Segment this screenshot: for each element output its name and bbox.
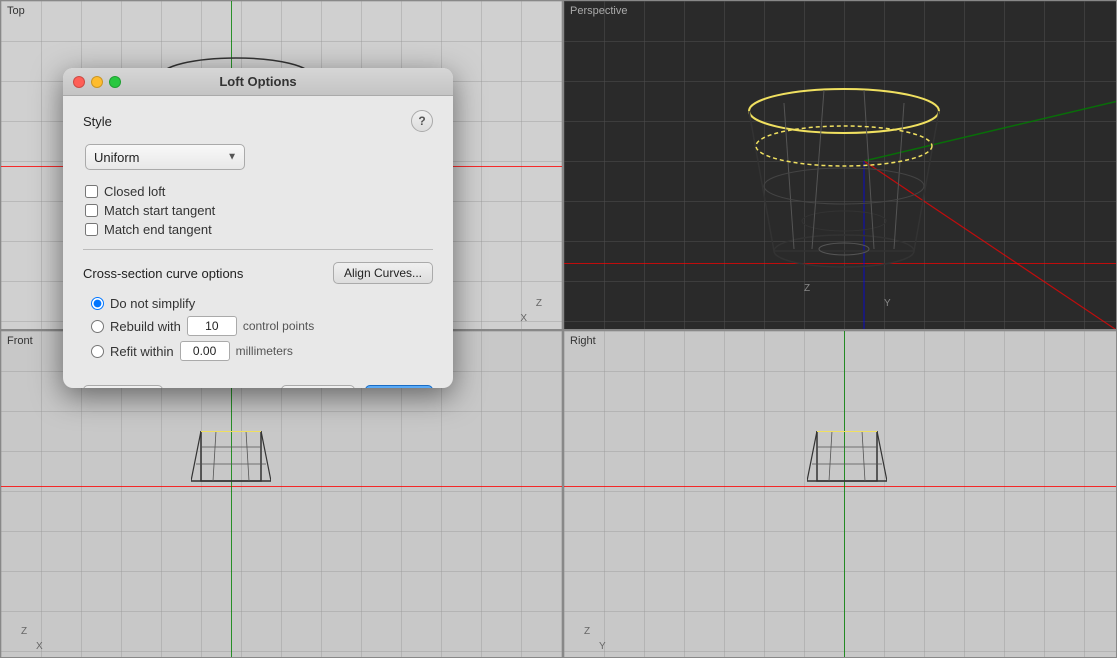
divider xyxy=(83,249,433,250)
align-curves-button[interactable]: Align Curves... xyxy=(333,262,433,284)
match-end-checkbox[interactable] xyxy=(85,223,98,236)
millimeters-label: millimeters xyxy=(236,344,293,358)
match-start-checkbox-row[interactable]: Match start tangent xyxy=(85,203,433,218)
rebuild-value-input[interactable] xyxy=(187,316,237,336)
match-end-label: Match end tangent xyxy=(104,222,212,237)
control-points-label: control points xyxy=(243,319,314,333)
dialog-titlebar: Loft Options xyxy=(63,68,453,96)
front-x-label: X xyxy=(36,641,43,652)
right-z-label: Z xyxy=(584,626,590,637)
refit-within-label: Refit within xyxy=(110,344,174,359)
button-group: Cancel Loft xyxy=(281,385,433,388)
closed-loft-label: Closed loft xyxy=(104,184,165,199)
closed-loft-checkbox[interactable] xyxy=(85,185,98,198)
axis-x-label-tl: X xyxy=(520,313,527,324)
front-axis-x xyxy=(1,486,562,487)
perspective-axes xyxy=(564,1,1116,329)
viewport-perspective[interactable]: Z Y Perspective xyxy=(563,0,1117,330)
match-start-label: Match start tangent xyxy=(104,203,215,218)
loft-button[interactable]: Loft xyxy=(365,385,433,388)
dialog-body: Style ? Uniform Loose Tight Straight sec… xyxy=(63,96,453,375)
right-shape xyxy=(807,431,887,491)
refit-within-row[interactable]: Refit within millimeters xyxy=(91,341,433,361)
viewport-grid: Z X Top xyxy=(0,0,1117,658)
loft-options-dialog: Loft Options Style ? Uniform Loose Tight xyxy=(63,68,453,388)
y-axis-label-p: Y xyxy=(884,298,891,309)
do-not-simplify-label: Do not simplify xyxy=(110,296,195,311)
minimize-button[interactable] xyxy=(91,76,103,88)
traffic-lights xyxy=(73,76,121,88)
viewport-top-label: Top xyxy=(7,5,25,17)
viewport-right-label: Right xyxy=(570,335,596,347)
style-select[interactable]: Uniform Loose Tight Straight sections De… xyxy=(85,144,245,170)
z-axis-label-p: Z xyxy=(804,283,810,294)
right-axis-y xyxy=(844,331,845,657)
front-z-label: Z xyxy=(21,626,27,637)
cancel-button[interactable]: Cancel xyxy=(281,385,355,388)
style-row: Style ? xyxy=(83,110,433,132)
refit-value-input[interactable] xyxy=(180,341,230,361)
cross-section-header: Cross-section curve options Align Curves… xyxy=(83,262,433,284)
cross-section-label: Cross-section curve options xyxy=(83,266,243,281)
rebuild-with-label: Rebuild with xyxy=(110,319,181,334)
dialog-overlay: Loft Options Style ? Uniform Loose Tight xyxy=(63,68,453,388)
style-select-container: Uniform Loose Tight Straight sections De… xyxy=(85,144,433,170)
viewport-front-label: Front xyxy=(7,335,33,347)
closed-loft-checkbox-row[interactable]: Closed loft xyxy=(85,184,433,199)
close-button[interactable] xyxy=(73,76,85,88)
rebuild-with-radio[interactable] xyxy=(91,320,104,333)
match-start-checkbox[interactable] xyxy=(85,204,98,217)
style-label: Style xyxy=(83,114,112,129)
refit-within-radio[interactable] xyxy=(91,345,104,358)
viewport-right[interactable]: Z Y Right xyxy=(563,330,1117,658)
viewport-perspective-label: Perspective xyxy=(570,5,627,17)
front-shape xyxy=(191,431,271,491)
dialog-footer: Preview Cancel Loft xyxy=(63,375,453,388)
help-button[interactable]: ? xyxy=(411,110,433,132)
dialog-title: Loft Options xyxy=(219,74,296,89)
checkboxes-group: Closed loft Match start tangent Match en… xyxy=(85,184,433,237)
do-not-simplify-radio[interactable] xyxy=(91,297,104,310)
maximize-button[interactable] xyxy=(109,76,121,88)
style-select-wrapper: Uniform Loose Tight Straight sections De… xyxy=(85,144,245,170)
right-y-label: Y xyxy=(599,641,606,652)
match-end-checkbox-row[interactable]: Match end tangent xyxy=(85,222,433,237)
rebuild-with-row[interactable]: Rebuild with control points xyxy=(91,316,433,336)
radio-options-group: Do not simplify Rebuild with control poi… xyxy=(91,296,433,361)
axis-z-label: Z xyxy=(536,298,542,309)
do-not-simplify-row[interactable]: Do not simplify xyxy=(91,296,433,311)
preview-button[interactable]: Preview xyxy=(83,385,163,388)
